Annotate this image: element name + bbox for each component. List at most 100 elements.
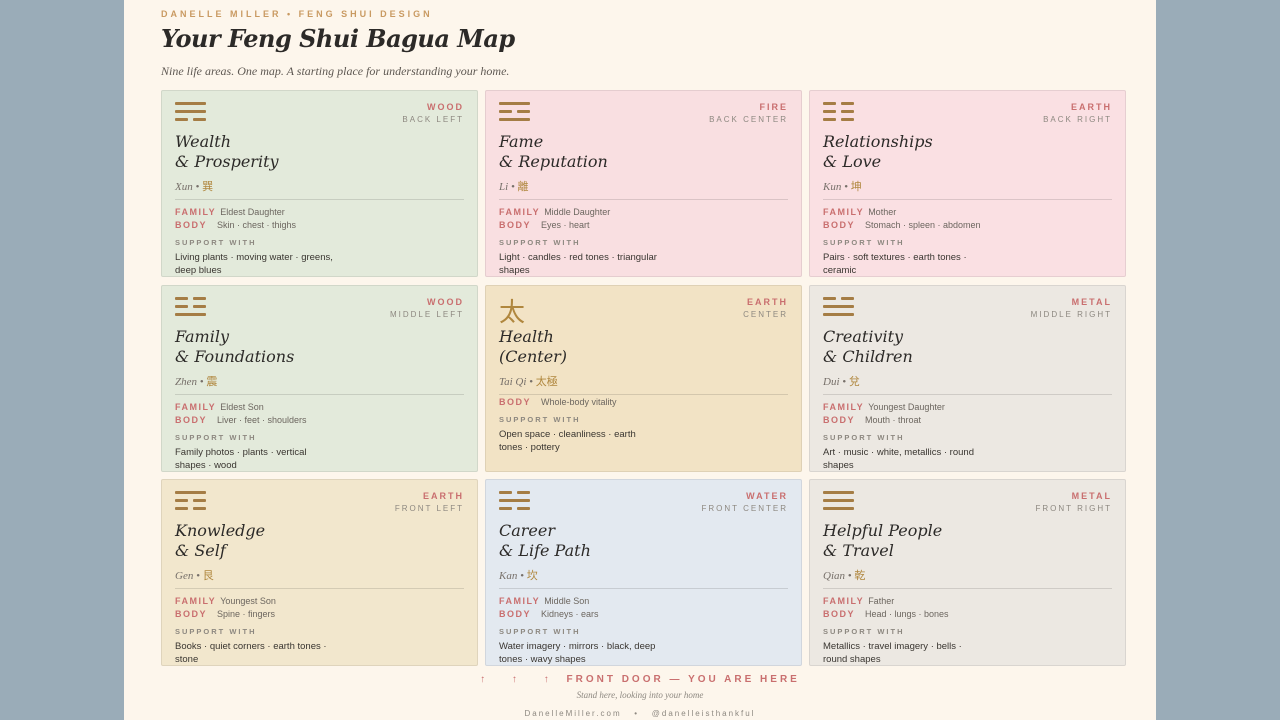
front-door-label: ↑ ↑ ↑ FRONT DOOR — YOU ARE HERE [124, 674, 1156, 685]
card-title: Career & Life Path [499, 521, 591, 561]
card-title-line2: & Prosperity [175, 152, 279, 171]
trigram-name: Kan • 坎 [499, 569, 538, 582]
body-row: BODY Kidneys · ears [499, 609, 599, 619]
body-value: Whole-body vitality [541, 396, 617, 407]
trigram-romanized: Li [499, 181, 509, 193]
divider [823, 588, 1112, 589]
family-row: FAMILY Youngest Daughter [823, 402, 945, 412]
family-value: Eldest Son [220, 401, 264, 412]
bagua-card: EARTH BACK RIGHT Relationships & Love Ku… [809, 90, 1126, 277]
footer-separator: • [634, 709, 640, 718]
trigram-romanized: Gen [175, 570, 194, 582]
card-title-line1: Career [499, 521, 556, 540]
family-value: Youngest Daughter [868, 401, 945, 412]
support-text: Water imagery · mirrors · black, deep to… [499, 641, 656, 665]
trigram-chinese: 離 [517, 180, 529, 193]
body-row: BODY Whole-body vitality [499, 397, 617, 407]
footer-site-link[interactable]: DanelleMiller.com [524, 709, 621, 718]
position-label: BACK RIGHT [1043, 115, 1112, 124]
divider [823, 393, 1112, 395]
trigram-name: Kun • 坤 [823, 180, 862, 193]
trigram-name: Zhen • 震 [175, 374, 218, 388]
trigram-chinese: 乾 [854, 569, 866, 582]
card-title-line2: & Foundations [175, 346, 295, 366]
family-row: FAMILY Eldest Daughter [175, 207, 285, 217]
card-title: Knowledge & Self [175, 521, 265, 561]
card-title-line1: Wealth [175, 132, 231, 151]
card-title-line1: Relationships [823, 132, 933, 151]
trigram-romanized: Qian [823, 570, 845, 582]
element-label: METAL [1071, 296, 1112, 307]
family-value: Eldest Daughter [220, 207, 285, 217]
stand-here-note: Stand here, looking into your home [576, 690, 704, 700]
card-title-line2: & Life Path [499, 541, 591, 560]
body-label: BODY [823, 609, 856, 619]
support-text: Pairs · soft textures · earth tones · ce… [823, 252, 967, 276]
support-text: Family photos · plants · vertical shapes… [175, 446, 307, 471]
body-label: BODY [499, 609, 532, 619]
card-title-line2: & Reputation [499, 152, 608, 171]
family-label: FAMILY [823, 207, 865, 217]
divider [175, 199, 464, 200]
card-title-line1: Health [499, 326, 554, 346]
card-title-line2: & Travel [823, 541, 894, 560]
trigram-romanized: Zhen [175, 375, 197, 388]
bagua-card: 太 EARTH CENTER Health (Center) Tai Qi • … [485, 284, 802, 472]
element-label: WOOD [427, 102, 464, 112]
trigram-dui-icon [823, 296, 855, 319]
support-label: SUPPORT WITH [823, 238, 905, 247]
trigram-romanized: Tai Qi [499, 375, 527, 388]
family-label: FAMILY [823, 596, 865, 606]
family-row: FAMILY Mother [823, 207, 896, 217]
bagua-grid: WOOD BACK LEFT Wealth & Prosperity Xun •… [161, 90, 1127, 666]
support-label: SUPPORT WITH [823, 432, 905, 442]
support-label: SUPPORT WITH [175, 238, 257, 247]
trigram-name: Qian • 乾 [823, 569, 866, 582]
body-value: Skin · chest · thighs [217, 220, 297, 230]
card-title: Relationships & Love [823, 132, 933, 172]
family-value: Middle Daughter [544, 207, 611, 217]
page: DANELLE MILLER • FENG SHUI DESIGN Your F… [124, 0, 1156, 720]
body-label: BODY [175, 220, 208, 230]
trigram-kan-icon [499, 491, 531, 513]
family-row: FAMILY Youngest Son [175, 596, 276, 606]
card-title-line2: (Center) [499, 346, 568, 366]
position-label: CENTER [743, 309, 788, 319]
trigram-li-icon [499, 102, 531, 124]
trigram-name: Li • 離 [499, 180, 529, 193]
family-label: FAMILY [175, 207, 217, 217]
trigram-xun-icon [175, 102, 207, 124]
element-label: EARTH [747, 296, 788, 307]
footer-handle-link[interactable]: @danelleisthankful [652, 709, 756, 718]
body-value: Liver · feet · shoulders [217, 414, 307, 425]
family-label: FAMILY [175, 401, 217, 412]
card-title-line1: Fame [499, 132, 544, 151]
card-title: Wealth & Prosperity [175, 132, 279, 172]
body-row: BODY Spine · fingers [175, 609, 275, 619]
body-label: BODY [823, 414, 856, 425]
support-label: SUPPORT WITH [499, 627, 581, 636]
support-text: Metallics · travel imagery · bells · rou… [823, 641, 962, 665]
footer: DanelleMiller.com • @danelleisthankful [124, 709, 1156, 718]
card-title-line1: Helpful People [823, 521, 943, 540]
card-title: Health (Center) [499, 327, 567, 367]
position-label: MIDDLE LEFT [389, 309, 464, 319]
support-label: SUPPORT WITH [175, 627, 257, 636]
support-label: SUPPORT WITH [499, 414, 581, 424]
card-title-line1: Creativity [823, 326, 904, 346]
support-text: Books · quiet corners · earth tones · st… [175, 641, 327, 665]
body-value: Spine · fingers [217, 609, 276, 619]
body-row: BODY Head · lungs · bones [823, 609, 949, 619]
bagua-card: WOOD MIDDLE LEFT Family & Foundations Zh… [161, 284, 478, 472]
element-label: EARTH [423, 491, 464, 501]
trigram-romanized: Xun [175, 181, 193, 193]
card-title: Creativity & Children [823, 327, 913, 367]
trigram-romanized: Kan [499, 570, 518, 582]
position-label: BACK CENTER [709, 115, 788, 124]
element-label: EARTH [1071, 102, 1112, 112]
body-value: Mouth · throat [865, 414, 922, 425]
card-title-line2: & Self [175, 541, 226, 560]
family-label: FAMILY [499, 596, 541, 606]
card-title-line2: & Love [823, 152, 882, 171]
support-label: SUPPORT WITH [499, 238, 581, 247]
